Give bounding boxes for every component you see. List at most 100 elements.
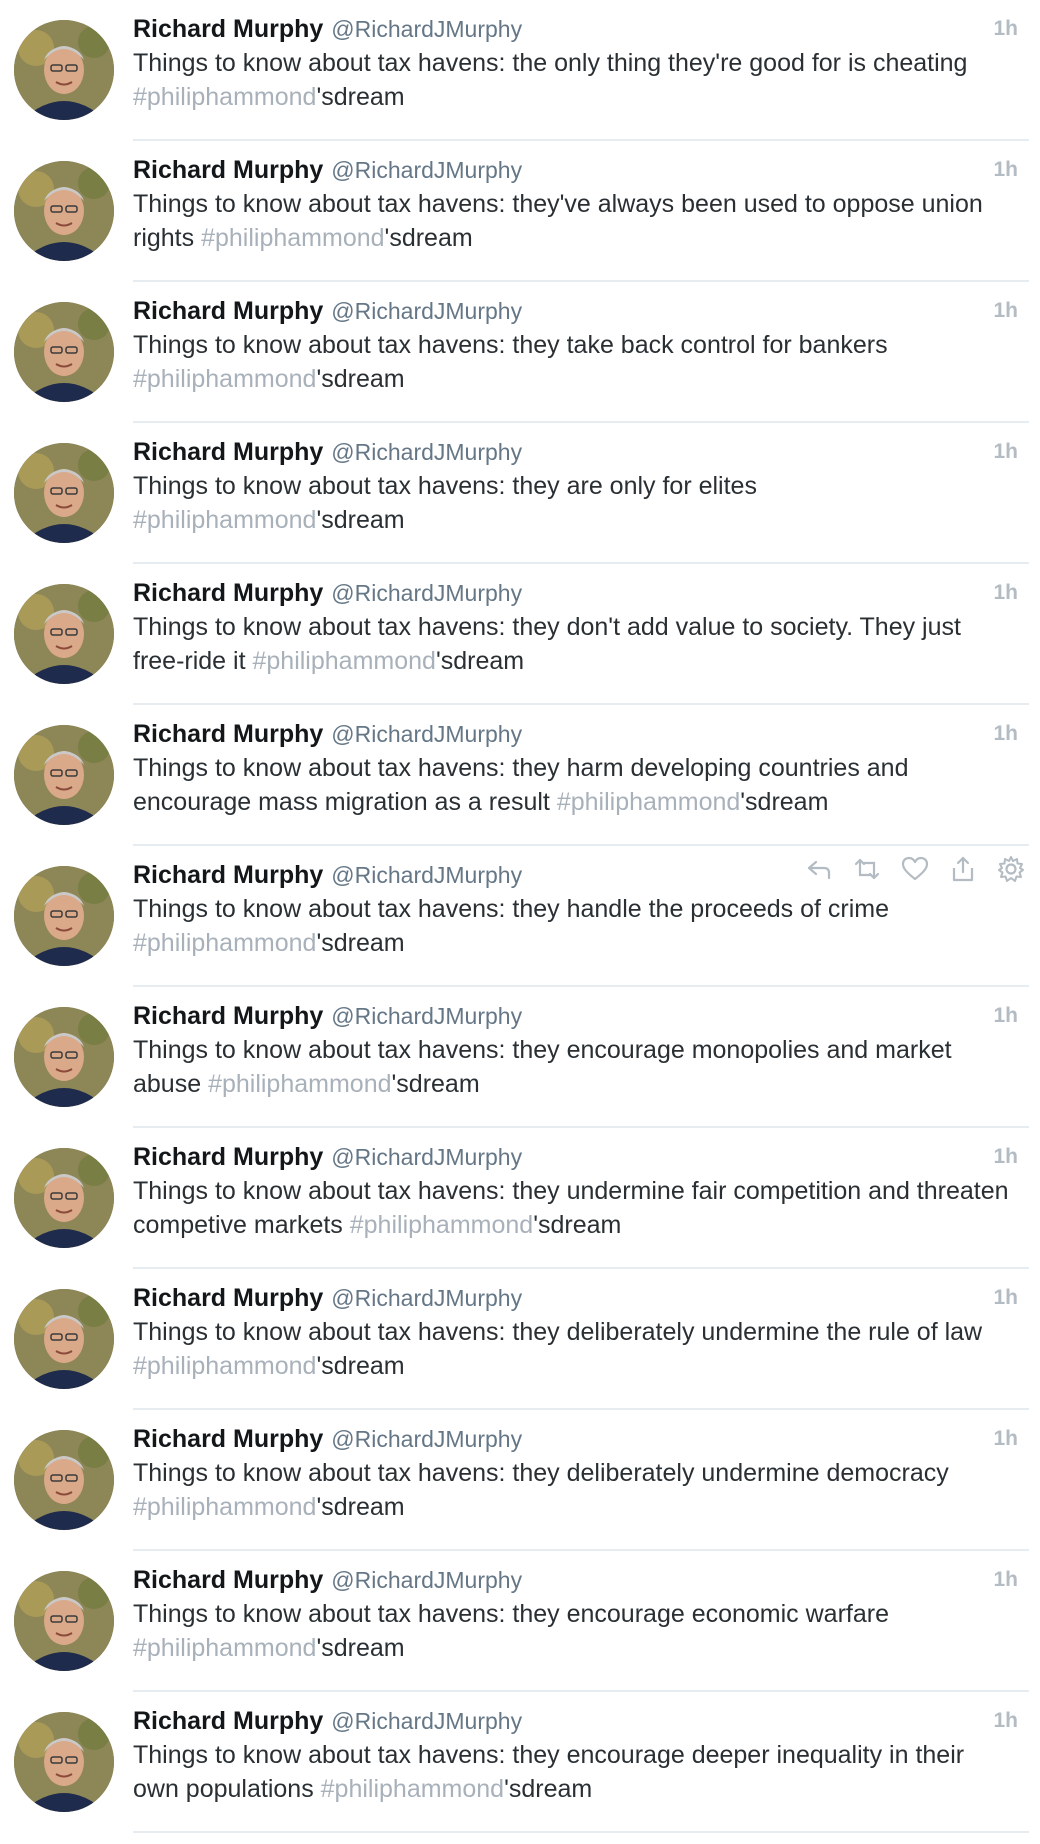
author-handle[interactable]: @RichardJMurphy bbox=[331, 862, 522, 888]
tweet-timestamp[interactable]: 1h bbox=[993, 1704, 1018, 1738]
avatar[interactable] bbox=[14, 725, 114, 825]
tweet-item[interactable]: Richard Murphy @RichardJMurphy 1h Things … bbox=[0, 423, 1040, 564]
avatar[interactable] bbox=[14, 866, 114, 966]
tweet-suffix-text: 'sdream bbox=[316, 929, 405, 957]
avatar[interactable] bbox=[14, 302, 114, 402]
retweet-icon[interactable] bbox=[852, 854, 882, 884]
tweet-item[interactable]: Richard Murphy @RichardJMurphy 1h Things … bbox=[0, 0, 1040, 141]
avatar[interactable] bbox=[14, 20, 114, 120]
hashtag-link[interactable]: #philiphammond bbox=[133, 1493, 316, 1521]
author-handle[interactable]: @RichardJMurphy bbox=[331, 16, 522, 42]
tweet-body-text: Things to know about tax havens: they de… bbox=[133, 1318, 983, 1346]
tweet-text: Things to know about tax havens: they en… bbox=[133, 1738, 1013, 1806]
author-name[interactable]: Richard Murphy bbox=[133, 1566, 323, 1594]
tweet-timestamp[interactable]: 1h bbox=[993, 294, 1018, 328]
author-handle[interactable]: @RichardJMurphy bbox=[331, 1567, 522, 1593]
tweet-body-text: Things to know about tax havens: they de… bbox=[133, 1459, 949, 1487]
tweet-text: Things to know about tax havens: they ha… bbox=[133, 892, 1013, 960]
tweet-text: Things to know about tax havens: they ta… bbox=[133, 328, 1013, 396]
hashtag-link[interactable]: #philiphammond bbox=[557, 788, 740, 816]
avatar[interactable] bbox=[14, 1289, 114, 1389]
tweet-suffix-text: 'sdream bbox=[533, 1211, 622, 1239]
avatar[interactable] bbox=[14, 1571, 114, 1671]
author-name[interactable]: Richard Murphy bbox=[133, 156, 323, 184]
tweet-timestamp[interactable]: 1h bbox=[993, 999, 1018, 1033]
avatar[interactable] bbox=[14, 161, 114, 261]
gear-icon[interactable] bbox=[996, 854, 1026, 884]
author-handle[interactable]: @RichardJMurphy bbox=[331, 157, 522, 183]
tweet-timeline: Richard Murphy @RichardJMurphy 1h Things … bbox=[0, 0, 1040, 1844]
tweet-timestamp[interactable]: 1h bbox=[993, 435, 1018, 469]
avatar[interactable] bbox=[14, 443, 114, 543]
tweet-suffix-text: 'sdream bbox=[316, 506, 405, 534]
tweet-suffix-text: 'sdream bbox=[316, 365, 405, 393]
hashtag-link[interactable]: #philiphammond bbox=[201, 224, 384, 252]
avatar[interactable] bbox=[14, 1712, 114, 1812]
author-name[interactable]: Richard Murphy bbox=[133, 720, 323, 748]
author-handle[interactable]: @RichardJMurphy bbox=[331, 1003, 522, 1029]
author-name[interactable]: Richard Murphy bbox=[133, 579, 323, 607]
tweet-item[interactable]: Richard Murphy @RichardJMurphy 1h Things … bbox=[0, 1410, 1040, 1551]
author-handle[interactable]: @RichardJMurphy bbox=[331, 439, 522, 465]
tweet-item[interactable]: Richard Murphy @RichardJMurphy 1h Things … bbox=[0, 564, 1040, 705]
avatar[interactable] bbox=[14, 1430, 114, 1530]
tweet-timestamp[interactable]: 1h bbox=[993, 576, 1018, 610]
tweet-timestamp[interactable]: 1h bbox=[993, 1563, 1018, 1597]
tweet-divider bbox=[133, 1831, 1029, 1833]
author-name[interactable]: Richard Murphy bbox=[133, 861, 323, 889]
tweet-item[interactable]: Richard Murphy @RichardJMurphy 1h Things … bbox=[0, 1269, 1040, 1410]
author-name[interactable]: Richard Murphy bbox=[133, 1707, 323, 1735]
author-handle[interactable]: @RichardJMurphy bbox=[331, 1144, 522, 1170]
tweet-timestamp[interactable]: 1h bbox=[993, 1422, 1018, 1456]
tweet-item[interactable]: Richard Murphy @RichardJMurphy 1h Things … bbox=[0, 1551, 1040, 1692]
author-name[interactable]: Richard Murphy bbox=[133, 1002, 323, 1030]
hashtag-link[interactable]: #philiphammond bbox=[133, 83, 316, 111]
author-name[interactable]: Richard Murphy bbox=[133, 1425, 323, 1453]
like-icon[interactable] bbox=[900, 854, 930, 884]
tweet-timestamp[interactable]: 1h bbox=[993, 1140, 1018, 1174]
tweet-body-text: Things to know about tax havens: they ha… bbox=[133, 895, 890, 923]
avatar[interactable] bbox=[14, 1007, 114, 1107]
author-name[interactable]: Richard Murphy bbox=[133, 15, 323, 43]
hashtag-link[interactable]: #philiphammond bbox=[133, 1634, 316, 1662]
tweet-timestamp[interactable]: 1h bbox=[993, 12, 1018, 46]
tweet-text: Things to know about tax havens: they un… bbox=[133, 1174, 1013, 1242]
author-name[interactable]: Richard Murphy bbox=[133, 438, 323, 466]
hashtag-link[interactable]: #philiphammond bbox=[133, 929, 316, 957]
tweet-timestamp[interactable]: 1h bbox=[993, 717, 1018, 751]
author-handle[interactable]: @RichardJMurphy bbox=[331, 298, 522, 324]
tweet-item[interactable]: Richard Murphy @RichardJMurphy 1h Things … bbox=[0, 987, 1040, 1128]
tweet-item[interactable]: Richard Murphy @RichardJMurphy 1h Things … bbox=[0, 705, 1040, 846]
hashtag-link[interactable]: #philiphammond bbox=[133, 1352, 316, 1380]
tweet-body-text: Things to know about tax havens: the onl… bbox=[133, 49, 968, 77]
author-name[interactable]: Richard Murphy bbox=[133, 1143, 323, 1171]
author-name[interactable]: Richard Murphy bbox=[133, 297, 323, 325]
tweet-text: Things to know about tax havens: they en… bbox=[133, 1033, 1013, 1101]
author-name[interactable]: Richard Murphy bbox=[133, 1284, 323, 1312]
author-handle[interactable]: @RichardJMurphy bbox=[331, 1285, 522, 1311]
tweet-item[interactable]: Richard Murphy @RichardJMurphy Things to … bbox=[0, 846, 1040, 987]
hashtag-link[interactable]: #philiphammond bbox=[133, 365, 316, 393]
author-handle[interactable]: @RichardJMurphy bbox=[331, 580, 522, 606]
tweet-text: Things to know about tax havens: they en… bbox=[133, 1597, 1013, 1665]
tweet-item[interactable]: Richard Murphy @RichardJMurphy 1h Things … bbox=[0, 1128, 1040, 1269]
hashtag-link[interactable]: #philiphammond bbox=[321, 1775, 504, 1803]
hashtag-link[interactable]: #philiphammond bbox=[133, 506, 316, 534]
author-handle[interactable]: @RichardJMurphy bbox=[331, 1426, 522, 1452]
author-handle[interactable]: @RichardJMurphy bbox=[331, 1708, 522, 1734]
tweet-item[interactable]: Richard Murphy @RichardJMurphy 1h Things … bbox=[0, 1692, 1040, 1833]
tweet-timestamp[interactable]: 1h bbox=[993, 153, 1018, 187]
hashtag-link[interactable]: #philiphammond bbox=[252, 647, 435, 675]
hashtag-link[interactable]: #philiphammond bbox=[208, 1070, 391, 1098]
hashtag-link[interactable]: #philiphammond bbox=[350, 1211, 533, 1239]
tweet-timestamp[interactable]: 1h bbox=[993, 1281, 1018, 1315]
tweet-suffix-text: 'sdream bbox=[316, 83, 405, 111]
tweet-body-text: Things to know about tax havens: they en… bbox=[133, 1600, 889, 1628]
tweet-item[interactable]: Richard Murphy @RichardJMurphy 1h Things … bbox=[0, 282, 1040, 423]
avatar[interactable] bbox=[14, 1148, 114, 1248]
reply-icon[interactable] bbox=[804, 854, 834, 884]
avatar[interactable] bbox=[14, 584, 114, 684]
author-handle[interactable]: @RichardJMurphy bbox=[331, 721, 522, 747]
tweet-item[interactable]: Richard Murphy @RichardJMurphy 1h Things … bbox=[0, 141, 1040, 282]
share-icon[interactable] bbox=[948, 854, 978, 884]
